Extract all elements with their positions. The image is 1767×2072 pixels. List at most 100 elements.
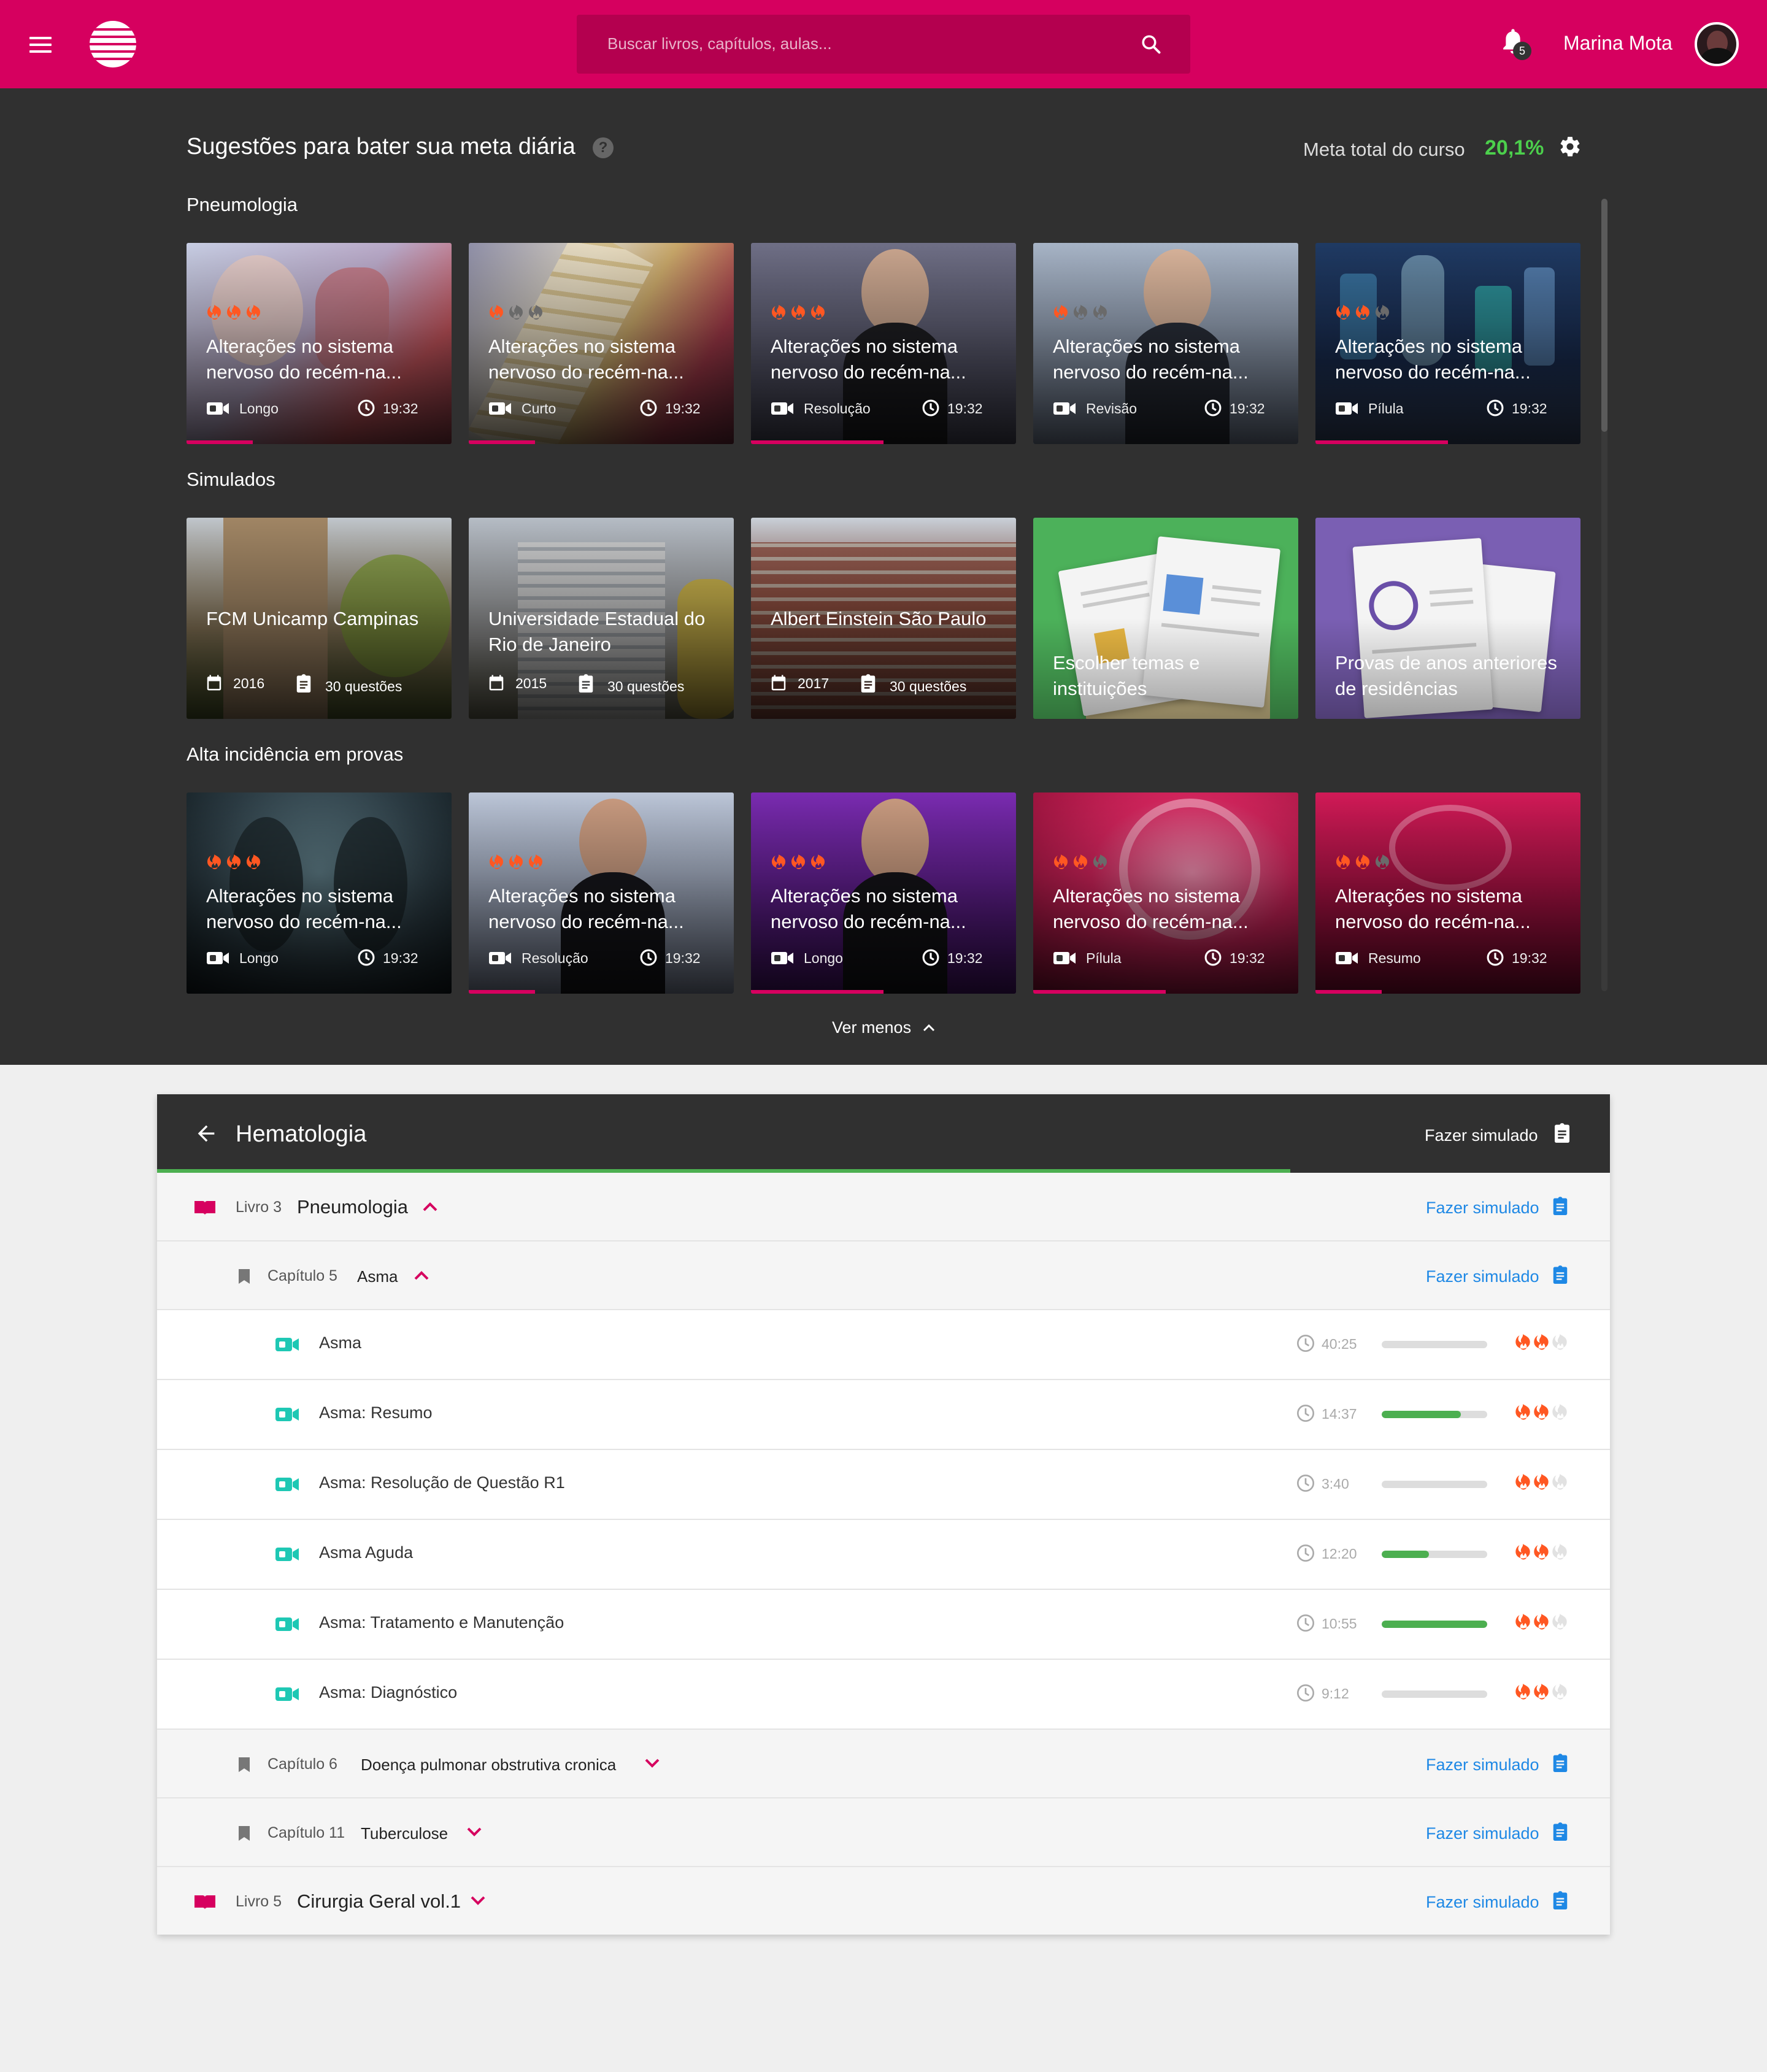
video-row-pneumologia: Alterações no sistema nervoso do recém-n… [187, 243, 1580, 444]
flame-icon [1054, 305, 1068, 320]
clock-icon [358, 949, 375, 966]
fazer-simulado-link[interactable]: Fazer simulado [1426, 1893, 1539, 1912]
chevron-down-icon[interactable] [470, 1895, 486, 1906]
flame-icon [811, 854, 825, 869]
lesson-name: Asma: Diagnóstico [319, 1683, 458, 1702]
video-camera-icon [1336, 402, 1358, 415]
video-type: Resolução [804, 401, 871, 416]
chevron-up-icon[interactable] [414, 1270, 429, 1281]
video-duration: 19:32 [383, 950, 418, 966]
clipboard-icon[interactable] [1551, 1264, 1569, 1286]
video-card[interactable]: Alterações no sistema nervoso do recém-n… [469, 792, 734, 994]
clipboard-icon[interactable] [1551, 1889, 1569, 1911]
simulado-card-einstein[interactable]: Albert Einstein São Paulo 2017 30 questõ… [751, 518, 1016, 719]
video-title: Alterações no sistema nervoso do recém-n… [1335, 885, 1531, 932]
video-card[interactable]: Alterações no sistema nervoso do recém-n… [751, 792, 1016, 994]
search-icon[interactable] [1140, 33, 1162, 55]
video-progress-bar [469, 990, 535, 994]
video-camera-icon [771, 402, 793, 415]
lesson-name: Asma [319, 1333, 362, 1352]
video-card[interactable]: Alterações no sistema nervoso do recém-n… [187, 792, 452, 994]
brand-logo[interactable] [90, 21, 136, 67]
search-input[interactable]: Buscar livros, capítulos, aulas... [577, 15, 1190, 74]
simulado-title: FCM Unicamp Campinas [206, 608, 419, 629]
lesson-progress-bar [1382, 1411, 1487, 1418]
meta-value: 20,1% [1485, 136, 1544, 159]
clipboard-icon[interactable] [1551, 1195, 1569, 1217]
video-card[interactable]: Alterações no sistema nervoso do recém-n… [1033, 792, 1298, 994]
simulado-title: Universidade Estadual do Rio de Janeiro [488, 608, 706, 655]
clipboard-icon[interactable] [1551, 1752, 1569, 1774]
fazer-simulado-link[interactable]: Fazer simulado [1426, 1824, 1539, 1843]
lesson-row[interactable]: Asma 40:25 [157, 1310, 1610, 1380]
simulado-card-unicamp[interactable]: FCM Unicamp Campinas 2016 30 questões [187, 518, 452, 719]
video-card[interactable]: Alterações no sistema nervoso do recém-n… [187, 243, 452, 444]
gear-icon[interactable] [1558, 135, 1582, 158]
lesson-row[interactable]: Asma: Resolução de Questão R1 3:40 [157, 1450, 1610, 1520]
clock-icon [922, 399, 939, 416]
video-card[interactable]: Alterações no sistema nervoso do recém-n… [1315, 243, 1580, 444]
arrow-back-icon[interactable] [194, 1121, 218, 1146]
book-row-pneumologia[interactable]: Livro 3 Pneumologia Fazer simulado [157, 1173, 1610, 1241]
lesson-row[interactable]: Asma: Resumo 14:37 [157, 1380, 1610, 1450]
book-prefix: Livro 3 [236, 1199, 282, 1216]
flame-icon [1534, 1334, 1549, 1350]
video-progress-bar [751, 440, 884, 444]
chapter-row-asma[interactable]: Capítulo 5 Asma Fazer simulado [157, 1241, 1610, 1310]
scrollbar[interactable] [1601, 199, 1607, 991]
clock-icon [1204, 399, 1222, 416]
video-card[interactable]: Alterações no sistema nervoso do recém-n… [1033, 243, 1298, 444]
search-placeholder: Buscar livros, capítulos, aulas... [607, 34, 832, 53]
hematologia-title: Hematologia [236, 1121, 367, 1147]
user-name[interactable]: Marina Mota [1563, 32, 1673, 55]
clipboard-icon[interactable] [1552, 1121, 1572, 1145]
flame-icon [1515, 1544, 1530, 1560]
simulado-card-uerj[interactable]: Universidade Estadual do Rio de Janeiro … [469, 518, 734, 719]
fazer-simulado-link[interactable]: Fazer simulado [1426, 1199, 1539, 1218]
lesson-row[interactable]: Asma Aguda 12:20 [157, 1520, 1610, 1590]
video-card[interactable]: Alterações no sistema nervoso do recém-n… [751, 243, 1016, 444]
difficulty-flames [1335, 304, 1390, 326]
menu-icon[interactable] [29, 37, 52, 53]
book-row-cirurgia[interactable]: Livro 5 Cirurgia Geral vol.1 Fazer simul… [157, 1867, 1610, 1935]
chevron-up-icon[interactable] [920, 1021, 937, 1035]
clipboard-icon[interactable] [1551, 1821, 1569, 1843]
video-row-alta-incidencia: Alterações no sistema nervoso do recém-n… [187, 792, 1580, 994]
bookmark-icon [239, 1826, 250, 1841]
video-title: Alterações no sistema nervoso do recém-n… [488, 885, 684, 932]
fazer-simulado-button[interactable]: Fazer simulado [1425, 1126, 1538, 1145]
help-icon[interactable]: ? [593, 137, 614, 158]
flame-icon [1376, 305, 1389, 320]
clock-icon [1297, 1684, 1314, 1702]
flame-icon [1552, 1474, 1567, 1490]
book-name: Cirurgia Geral vol.1 [297, 1890, 461, 1912]
video-card[interactable]: Alterações no sistema nervoso do recém-n… [1315, 792, 1580, 994]
chevron-down-icon[interactable] [644, 1758, 660, 1769]
clock-icon [1297, 1614, 1314, 1632]
book-name: Pneumologia [297, 1196, 408, 1218]
fazer-simulado-link[interactable]: Fazer simulado [1426, 1755, 1539, 1775]
lesson-row[interactable]: Asma: Diagnóstico 9:12 [157, 1660, 1610, 1730]
past-exams-card[interactable]: Provas de anos anteriores de residências [1315, 518, 1580, 719]
lesson-duration: 9:12 [1322, 1686, 1349, 1702]
scrollbar-thumb[interactable] [1601, 199, 1607, 432]
fazer-simulado-link[interactable]: Fazer simulado [1426, 1267, 1539, 1286]
video-card[interactable]: Alterações no sistema nervoso do recém-n… [469, 243, 734, 444]
chevron-down-icon[interactable] [466, 1827, 482, 1838]
lesson-name: Asma Aguda [319, 1543, 414, 1562]
lesson-name: Asma: Tratamento e Manutenção [319, 1613, 564, 1632]
ver-menos-button[interactable]: Ver menos [832, 1018, 911, 1037]
chapter-row-dpoc[interactable]: Capítulo 6 Doença pulmonar obstrutiva cr… [157, 1730, 1610, 1798]
lesson-row[interactable]: Asma: Tratamento e Manutenção 10:55 [157, 1590, 1610, 1660]
choose-topics-card[interactable]: Escolher temas e instituições [1033, 518, 1298, 719]
simulado-year: 2017 [798, 675, 830, 691]
simulado-year: 2016 [233, 675, 265, 691]
video-type: Revisão [1086, 401, 1138, 416]
chapter-row-tuberculose[interactable]: Capítulo 11 Tuberculose Fazer simulado [157, 1798, 1610, 1867]
flame-icon [529, 305, 542, 320]
chevron-up-icon[interactable] [422, 1201, 438, 1212]
video-camera-icon [1053, 402, 1076, 415]
simulado-title: Albert Einstein São Paulo [771, 608, 987, 629]
flame-icon [1074, 854, 1087, 869]
avatar[interactable] [1695, 22, 1739, 66]
